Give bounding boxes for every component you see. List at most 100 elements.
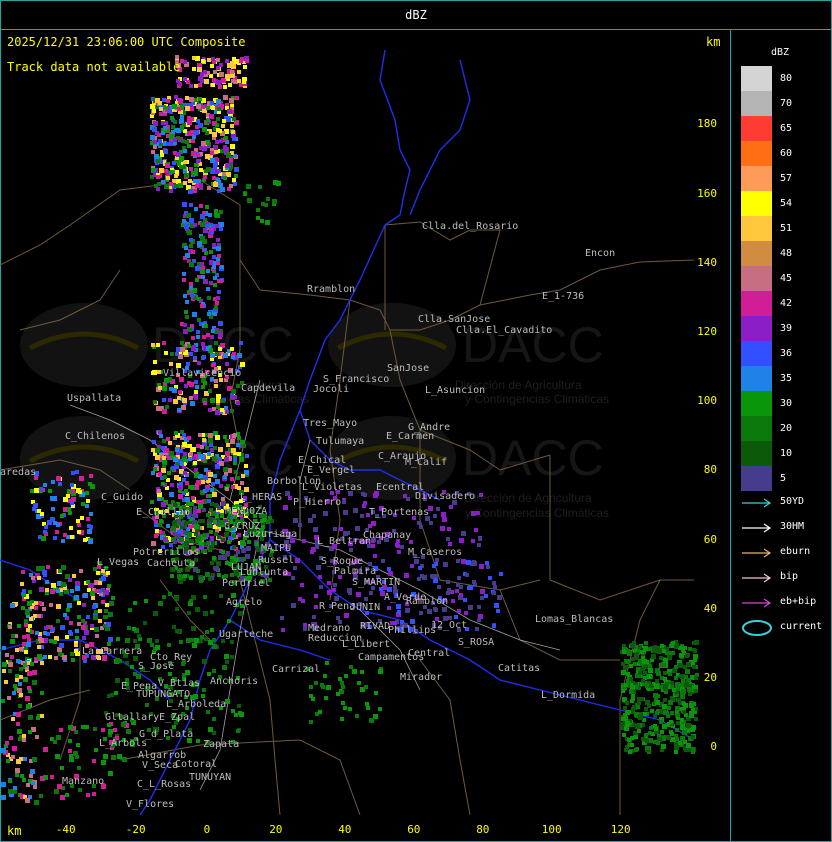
echo-pixel [232,57,236,61]
echo-pixel [318,710,322,714]
echo-pixel [105,603,109,607]
echo-pixel [479,564,484,569]
echo-pixel [291,576,295,580]
place-label: E_Vergel [307,465,355,476]
echo-pixel [217,290,221,294]
y-tick-label: 20 [703,671,717,684]
echo-pixel [225,59,229,63]
echo-pixel [178,390,182,394]
echo-pixel [301,599,305,603]
echo-pixel [201,59,205,63]
echo-pixel [5,653,9,657]
echo-pixel [256,208,260,212]
echo-pixel [649,726,653,730]
echo-pixel [343,510,348,515]
echo-pixel [103,624,107,628]
echo-pixel [215,123,219,127]
place-label: L_Arbols [99,738,147,749]
echo-pixel [196,335,200,339]
echo-pixel [236,550,240,554]
echo-pixel [387,606,391,610]
echo-pixel [243,65,247,69]
echo-pixel [214,566,219,571]
legend-label: 39 [780,323,793,334]
echo-pixel [223,85,227,89]
echo-pixel [171,526,176,531]
echo-pixel [101,760,106,765]
echo-pixel [196,739,200,743]
echo-pixel [218,321,223,326]
echo-pixel [23,757,27,761]
place-label: L_Violetas [302,482,362,493]
echo-pixel [228,83,232,87]
legend-label: 57 [780,173,793,184]
place-label: Ramblon [406,596,448,607]
echo-pixel [691,708,695,712]
echo-pixel [82,603,86,607]
echo-pixel [204,324,208,328]
echo-pixel [687,687,692,692]
echo-pixel [33,785,37,789]
echo-pixel [214,341,218,345]
echo-pixel [77,530,81,534]
echo-pixel [147,638,152,643]
echo-pixel [689,713,694,718]
echo-pixel [68,725,73,730]
echo-pixel [194,474,198,478]
place-label: Zapata [203,739,239,750]
echo-pixel [440,526,445,531]
echo-pixel [162,409,167,414]
echo-pixel [151,150,155,154]
echo-pixel [459,538,464,543]
echo-pixel [217,254,221,258]
echo-pixel [397,610,401,614]
echo-pixel [692,685,696,689]
echo-pixel [196,500,200,504]
echo-pixel [630,699,634,703]
radar-map[interactable]: DACC DACC DACC DACC Dirección de Agricul… [0,29,731,842]
echo-pixel [155,639,159,643]
echo-pixel [214,379,218,383]
echo-pixel [366,706,370,710]
echo-pixel [210,151,214,155]
echo-pixel [182,202,187,207]
echo-pixel [227,540,231,544]
echo-pixel [86,793,90,797]
place-label: Manzano [62,776,104,787]
echo-pixel [61,539,65,543]
legend-swatch [741,466,772,491]
echo-pixel [77,622,81,626]
echo-pixel [218,457,222,461]
echo-pixel [42,607,46,611]
echo-pixel [91,596,95,600]
echo-pixel [678,663,683,668]
echo-pixel [643,671,647,675]
legend-label: 65 [780,123,793,134]
echo-pixel [173,457,178,462]
echo-pixel [288,496,292,500]
echo-pixel [203,279,208,284]
x-tick-label: 0 [203,823,211,836]
echo-pixel [622,733,626,737]
echo-pixel [649,684,653,688]
echo-pixel [29,774,33,778]
echo-pixel [211,482,215,486]
echo-pixel [674,676,678,680]
echo-pixel [167,471,171,475]
echo-pixel [210,628,214,632]
place-label: M_Caseros [408,547,462,558]
echo-pixel [183,323,187,327]
echo-pixel [12,691,16,695]
echo-pixel [186,502,190,506]
echo-pixel [31,576,35,580]
echo-pixel [19,693,23,697]
echo-pixel [15,768,20,773]
echo-pixel [70,535,74,539]
echo-pixel [8,669,12,673]
echo-pixel [117,754,122,759]
window-title: dBZ [405,8,427,22]
echo-pixel [67,603,72,608]
echo-pixel [238,611,243,616]
echo-pixel [208,213,212,217]
echo-pixel [638,715,643,720]
